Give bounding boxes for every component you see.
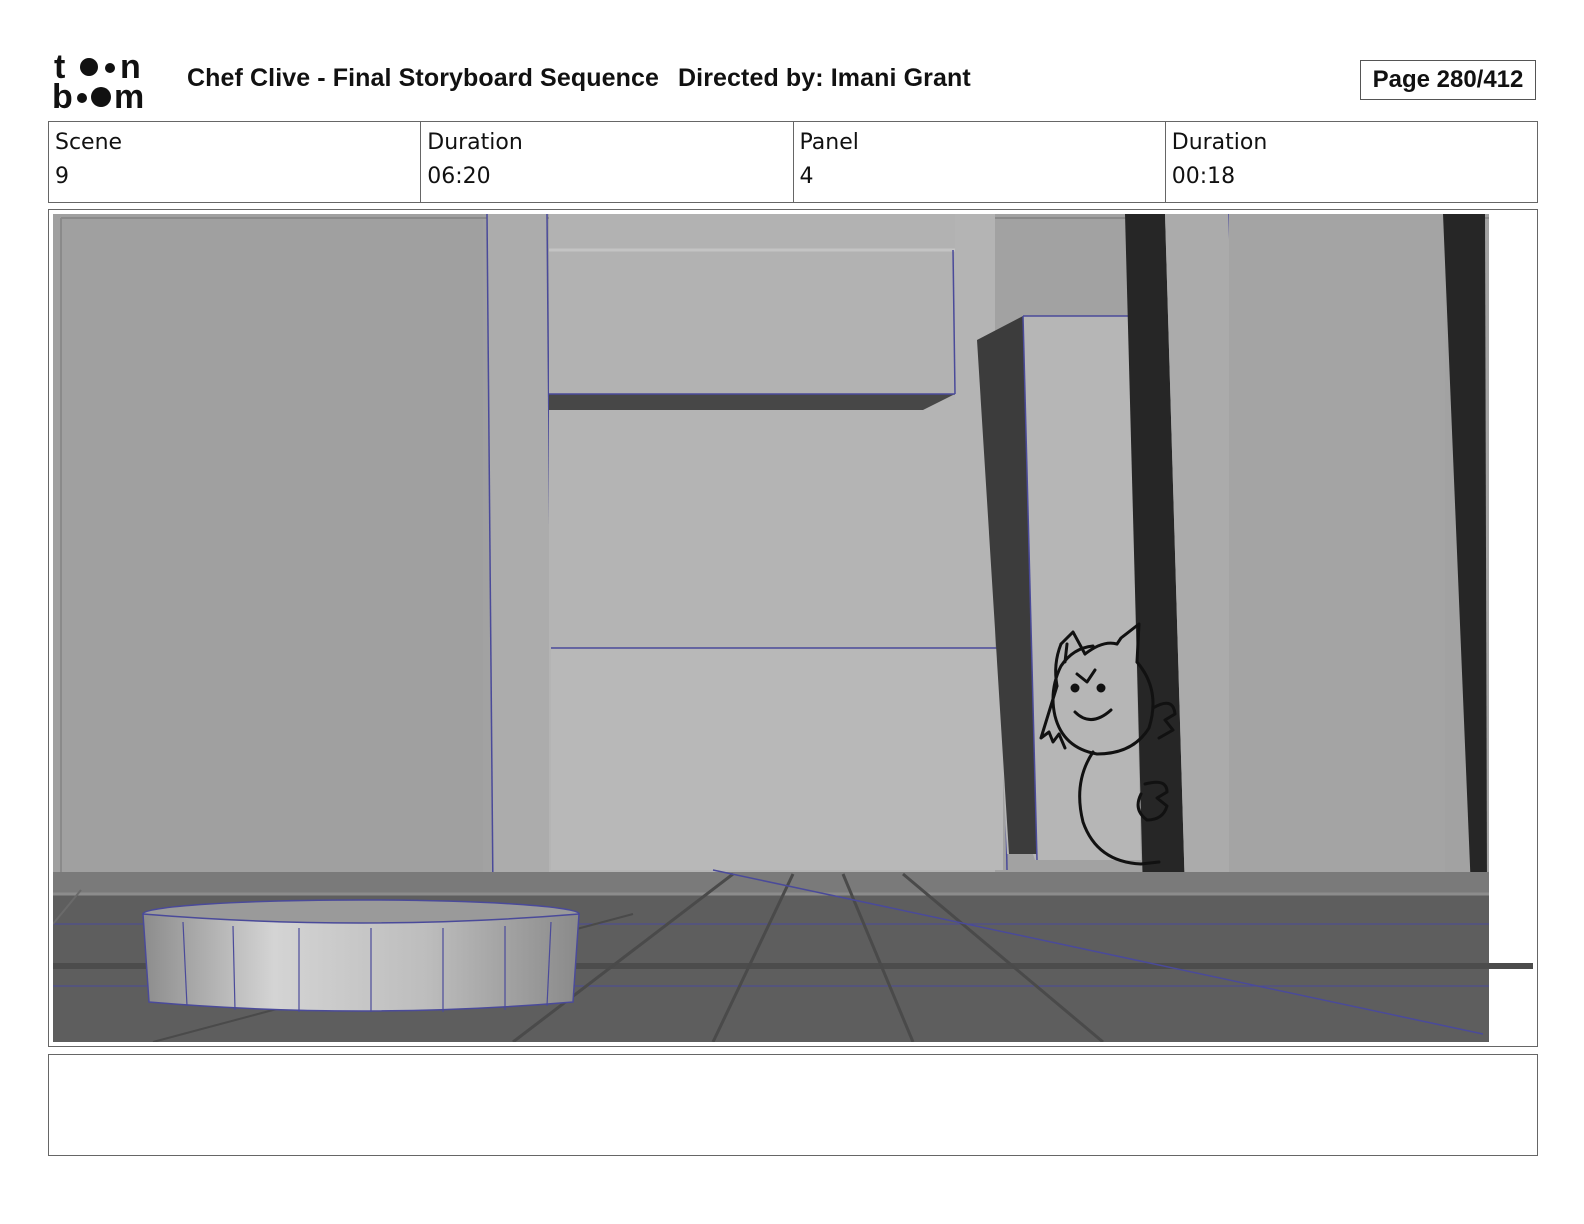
scene-label: Scene	[55, 130, 123, 155]
scene-cell: Scene 9	[49, 122, 422, 202]
panel-duration-value: 00:18	[1171, 164, 1236, 189]
scene-duration-label: Duration	[427, 130, 523, 155]
scene-info-table: Scene 9 Duration 06:20 Panel 4 Duration …	[48, 121, 1538, 203]
panel-duration-cell: Duration 00:18	[1166, 122, 1537, 202]
panel-duration-label: Duration	[1171, 130, 1268, 155]
director-credit: Directed by: Imani Grant	[678, 64, 971, 92]
panel-caption-box	[48, 1054, 1538, 1156]
storyboard-panel	[48, 209, 1538, 1047]
page-number: Page 280/412	[1372, 66, 1524, 93]
page-number-box: Page 280/412	[1360, 60, 1536, 100]
scene-duration-cell: Duration 06:20	[421, 122, 794, 202]
svg-text:m: m	[114, 78, 144, 112]
panel-value: 4	[799, 164, 814, 189]
project-title: Chef Clive - Final Storyboard Sequence	[187, 64, 659, 92]
panel-cell: Panel 4	[794, 122, 1166, 202]
sequence-title: Chef Clive - Final Storyboard Sequence D…	[187, 64, 983, 93]
toonboom-logo: t n b m	[52, 50, 144, 112]
svg-text:b: b	[52, 78, 73, 112]
scene-value: 9	[55, 164, 69, 189]
scene-duration-value: 06:20	[427, 164, 491, 189]
panel-label: Panel	[799, 130, 859, 155]
panel-illustration	[53, 214, 1533, 1042]
